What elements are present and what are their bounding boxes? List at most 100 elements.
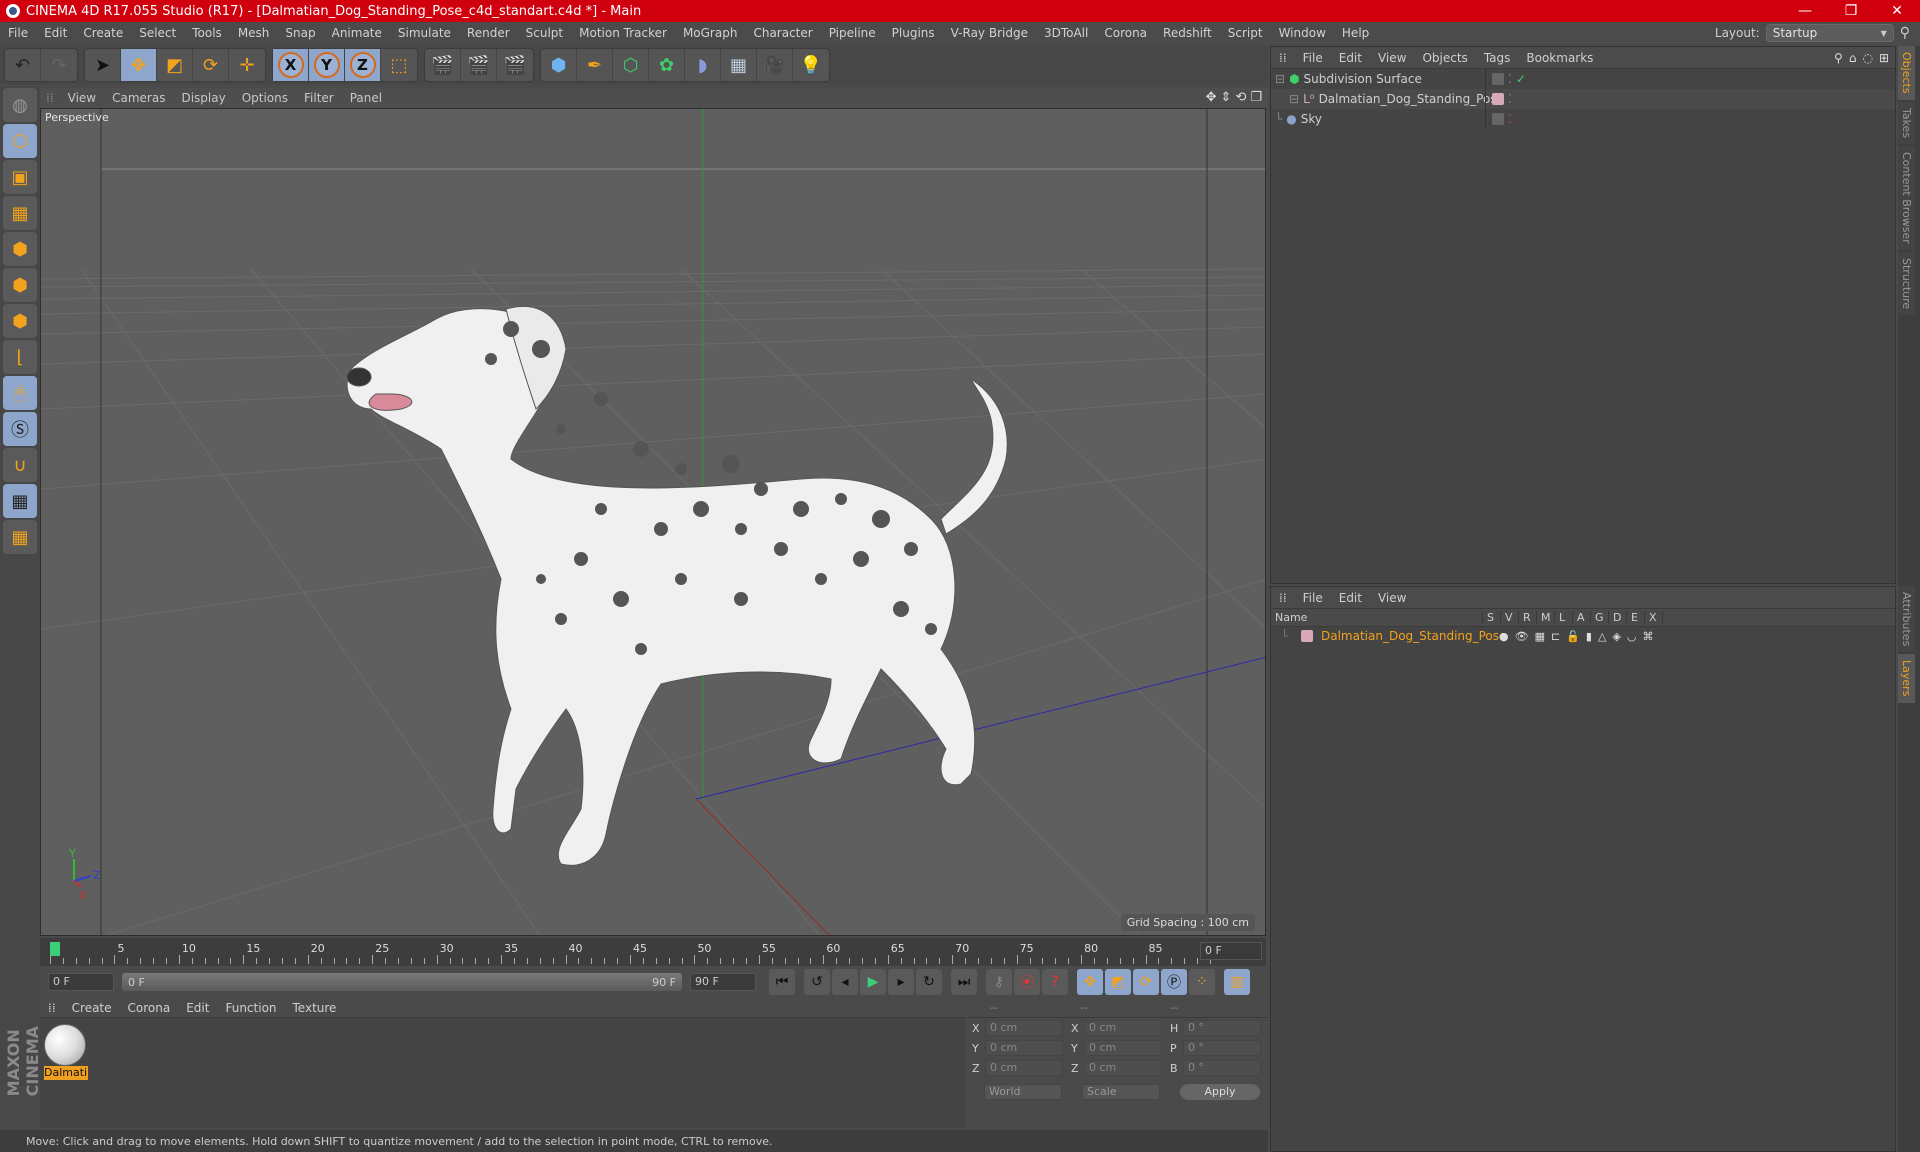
previous-frame-icon[interactable]: ◂ [832, 969, 858, 995]
coord-transform-dropdown[interactable]: Scale [1082, 1084, 1160, 1100]
material-menu-corona[interactable]: Corona [120, 1001, 179, 1015]
lock-icon[interactable]: 🔓 [1566, 630, 1580, 643]
viewport-menu-display[interactable]: Display [173, 91, 233, 105]
layer-column-name[interactable]: Name [1271, 611, 1483, 624]
cube-icon[interactable]: ⬢ [541, 49, 577, 81]
search-icon[interactable]: ⚲ [1834, 51, 1843, 65]
layer-color-swatch[interactable] [1301, 630, 1313, 642]
material-menu-edit[interactable]: Edit [178, 1001, 217, 1015]
play-icon[interactable]: ▶ [860, 969, 886, 995]
frame-range-slider[interactable]: 0 F 90 F [122, 973, 682, 991]
menu-animate[interactable]: Animate [324, 26, 390, 40]
layer-name[interactable]: Dalmatian_Dog_Standing_Pose [1313, 629, 1506, 643]
grip-icon[interactable]: ⁞⁞ [1271, 591, 1295, 605]
coord-mode-dropdown[interactable]: World [984, 1084, 1062, 1100]
layer-column-d[interactable]: D [1609, 611, 1627, 624]
render-picture-viewer-icon[interactable]: 🎬 [461, 49, 497, 81]
visibility-dots-icon[interactable]: ⁚ [1508, 92, 1512, 106]
tab-takes[interactable]: Takes [1898, 101, 1915, 144]
key-scale-icon[interactable]: ◩ [1105, 969, 1131, 995]
search-icon[interactable]: ⚲ [1900, 25, 1910, 41]
menu-v-ray-bridge[interactable]: V-Ray Bridge [943, 26, 1036, 40]
start-frame-field[interactable]: 0 F [48, 973, 114, 991]
light-icon[interactable]: 💡 [793, 49, 829, 81]
menu-plugins[interactable]: Plugins [884, 26, 943, 40]
move-view-icon[interactable]: ✥ [1206, 90, 1217, 105]
view-icon[interactable]: 👁 [1515, 630, 1529, 643]
keyframe-selection-icon[interactable]: ? [1042, 969, 1068, 995]
go-to-start-icon[interactable]: ⏮ [769, 969, 795, 995]
visibility-dots-red-icon[interactable]: ⁚ [1508, 112, 1512, 126]
layer-color-swatch[interactable] [1492, 93, 1504, 105]
menu-help[interactable]: Help [1334, 26, 1377, 40]
tab-content-browser[interactable]: Content Browser [1898, 145, 1915, 250]
key-rotation-icon[interactable]: ⟳ [1133, 969, 1159, 995]
menu-window[interactable]: Window [1271, 26, 1334, 40]
menu-motion-tracker[interactable]: Motion Tracker [571, 26, 675, 40]
object-menu-view[interactable]: View [1370, 51, 1414, 65]
zoom-view-icon[interactable]: ⇕ [1221, 90, 1232, 105]
solo-icon[interactable]: ● [1499, 630, 1509, 643]
autokey-icon[interactable]: ⦿ [1014, 969, 1040, 995]
restore-button[interactable]: ❐ [1828, 3, 1874, 19]
edge-mode-icon[interactable]: ⬢ [3, 268, 37, 302]
menu-edit[interactable]: Edit [36, 26, 75, 40]
ruler[interactable]: 051015202530354045505560657075808590 [50, 938, 1227, 966]
material-menu-function[interactable]: Function [217, 1001, 284, 1015]
key-parameter-icon[interactable]: Ⓟ [1161, 969, 1187, 995]
tab-objects[interactable]: Objects [1898, 46, 1915, 100]
menu-tools[interactable]: Tools [184, 26, 230, 40]
xref-icon[interactable]: ⌘ [1643, 630, 1654, 643]
viewport-menu-panel[interactable]: Panel [342, 91, 390, 105]
x-axis-icon[interactable]: X [273, 49, 309, 81]
layer-row[interactable]: └ Dalmatian_Dog_Standing_Pose ● 👁 ▦ ⊏ 🔓 … [1271, 627, 1895, 645]
menu-file[interactable]: File [0, 26, 36, 40]
tab-attributes[interactable]: Attributes [1898, 586, 1915, 653]
manager-icon[interactable]: ⊏ [1551, 630, 1560, 643]
current-frame-field[interactable]: 0 F [1200, 942, 1262, 960]
layer-none-icon[interactable] [1492, 73, 1504, 85]
menu-sculpt[interactable]: Sculpt [518, 26, 571, 40]
grip-icon[interactable]: ⁞⁞ [40, 91, 60, 105]
layer-menu-file[interactable]: File [1295, 591, 1331, 605]
magnet-icon[interactable]: ∪ [3, 448, 37, 482]
material-menu-create[interactable]: Create [64, 1001, 120, 1015]
minimize-button[interactable]: — [1782, 3, 1828, 19]
scale-icon[interactable]: ◩ [157, 49, 193, 81]
material-menu-texture[interactable]: Texture [285, 1001, 345, 1015]
rotate-view-icon[interactable]: ⟲ [1235, 90, 1246, 105]
menu-mesh[interactable]: Mesh [230, 26, 278, 40]
texture-mode-icon[interactable]: ▣ [3, 160, 37, 194]
previous-key-icon[interactable]: ↺ [804, 969, 830, 995]
layer-column-m[interactable]: M [1537, 611, 1555, 624]
object-row[interactable]: ⊟ ⬢ Subdivision Surface ⁚ ✓ [1271, 69, 1895, 89]
redo-icon[interactable]: ↷ [41, 49, 77, 81]
array-icon[interactable]: ✿ [649, 49, 685, 81]
z-axis-icon[interactable]: Z [345, 49, 381, 81]
generators-icon[interactable]: △ [1598, 630, 1606, 643]
menu-corona[interactable]: Corona [1096, 26, 1155, 40]
layer-column-x[interactable]: X [1645, 611, 1663, 624]
axis-icon[interactable]: ⌊ [3, 340, 37, 374]
size-x-field[interactable]: 0 cm [1084, 1020, 1162, 1036]
workplane-mode-icon[interactable]: ▦ [3, 196, 37, 230]
select-arrow-icon[interactable]: ➤ [85, 49, 121, 81]
position-y-field[interactable]: 0 cm [985, 1040, 1063, 1056]
viewport-menu-cameras[interactable]: Cameras [104, 91, 173, 105]
menu-3dtoall[interactable]: 3DToAll [1036, 26, 1096, 40]
object-menu-objects[interactable]: Objects [1414, 51, 1475, 65]
menu-pipeline[interactable]: Pipeline [821, 26, 884, 40]
layer-column-g[interactable]: G [1591, 611, 1609, 624]
menu-simulate[interactable]: Simulate [390, 26, 459, 40]
render-icon[interactable]: ▦ [1535, 630, 1545, 643]
tab-layers[interactable]: Layers [1898, 654, 1915, 703]
position-x-field[interactable]: 0 cm [985, 1020, 1063, 1036]
visibility-dots-icon[interactable]: ⁚ [1508, 72, 1512, 86]
home-icon[interactable]: ⌂ [1849, 51, 1857, 65]
expressions-icon[interactable]: ◡ [1627, 630, 1637, 643]
tweak-icon[interactable]: 🖱 [3, 376, 37, 410]
rotate-icon[interactable]: ⟳ [193, 49, 229, 81]
menu-snap[interactable]: Snap [277, 26, 323, 40]
rotation-p-field[interactable]: 0 ° [1183, 1040, 1261, 1056]
tree-expand-icon[interactable]: ⊟ [1289, 92, 1299, 106]
